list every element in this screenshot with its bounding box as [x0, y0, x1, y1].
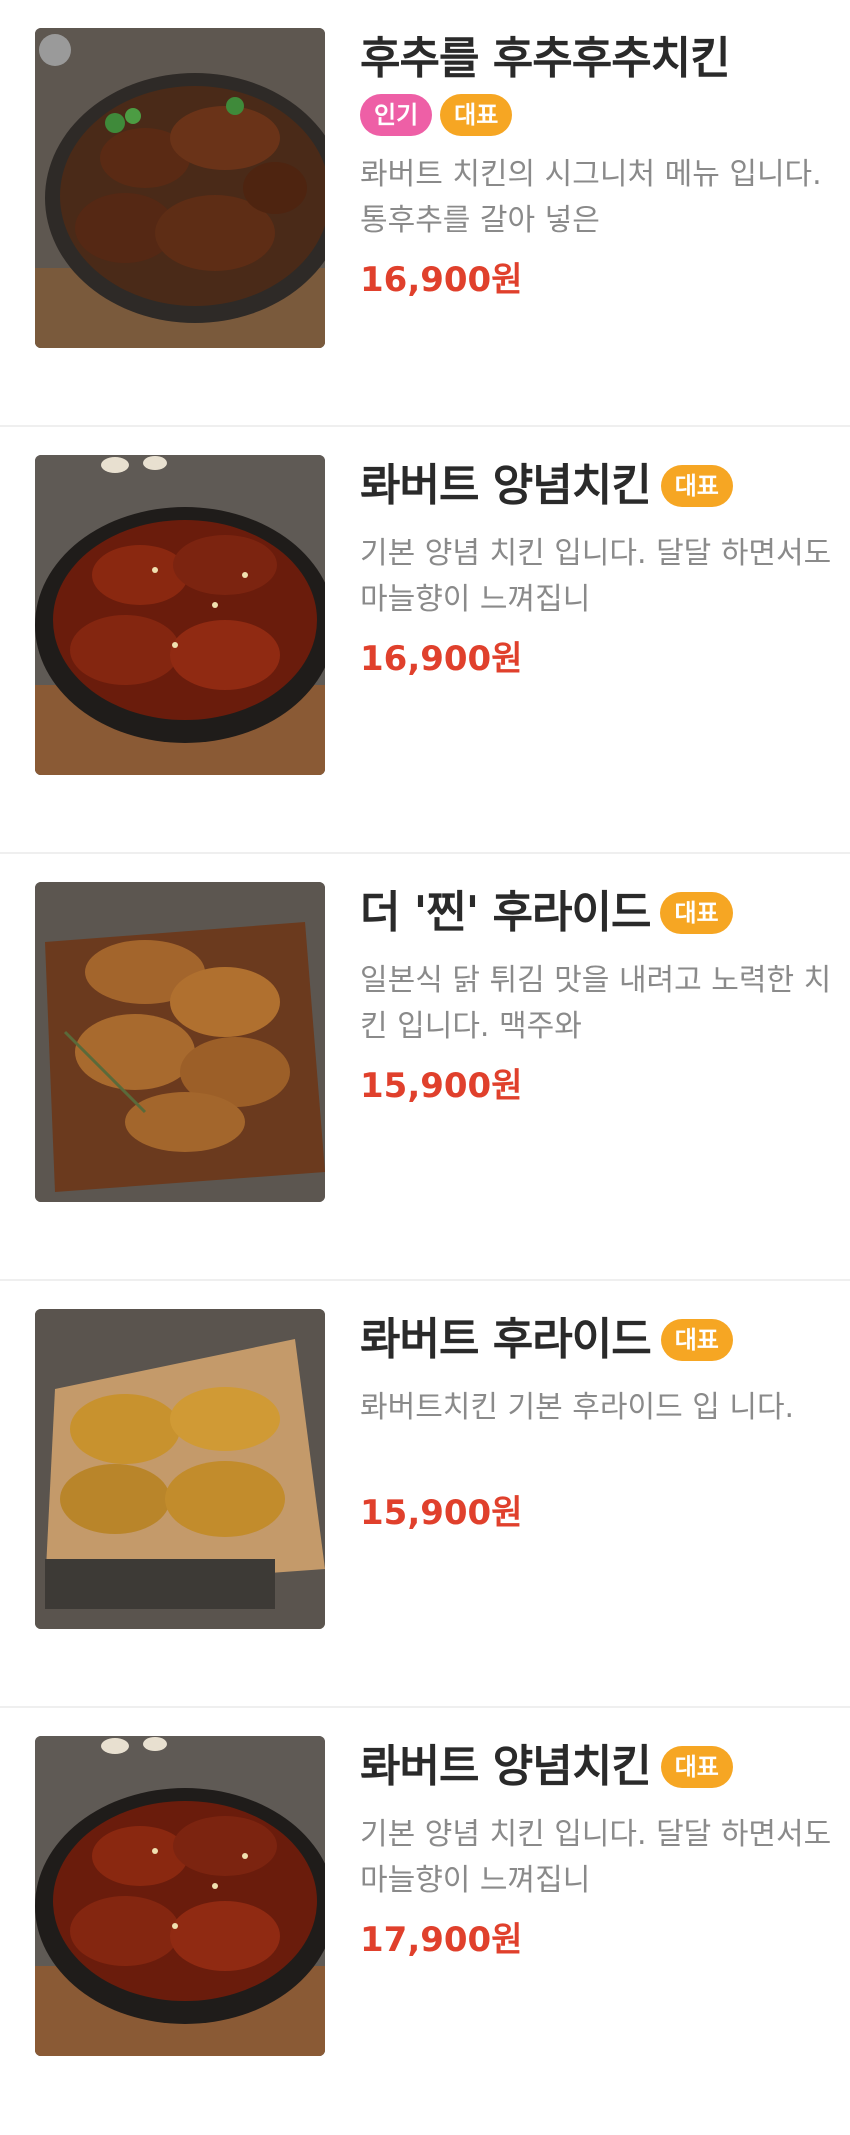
badge-signature: 대표	[440, 94, 513, 136]
menu-item-photo[interactable]	[35, 28, 325, 348]
menu-item-name: 롸버트 후라이드	[360, 1314, 652, 1365]
menu-item-photo[interactable]	[35, 455, 325, 775]
menu-item[interactable]: 롸버트 후라이드 대표 롸버트치킨 기본 후라이드 입 니다. 15,900원	[0, 1281, 850, 1708]
menu-item[interactable]: 더 '찐' 후라이드 대표 일본식 닭 튀김 맛을 내려고 노력한 치킨 입니다…	[0, 854, 850, 1281]
menu-item-photo[interactable]	[35, 882, 325, 1202]
menu-item[interactable]: 롸버트 양념치킨 대표 기본 양념 치킨 입니다. 달달 하면서도 마늘향이 느…	[0, 1708, 850, 2135]
menu-item[interactable]: 롸버트 양념치킨 대표 기본 양념 치킨 입니다. 달달 하면서도 마늘향이 느…	[0, 427, 850, 854]
menu-item[interactable]: 후추를 후추후추치킨 인기 대표 롸버트 치킨의 시그니처 메뉴 입니다. 통후…	[0, 0, 850, 427]
badge-group: 인기 대표	[360, 94, 513, 136]
menu-item-description: 기본 양념 치킨 입니다. 달달 하면서도 마늘향이 느껴집니	[360, 1817, 832, 1898]
menu-item-description: 롸버트 치킨의 시그니처 메뉴 입니다. 통후추를 갈아 넣은	[360, 157, 822, 238]
menu-item-name: 후추를 후추후추치킨	[360, 33, 731, 84]
menu-item-price: 16,900원	[360, 260, 523, 300]
menu-item-info: 후추를 후추후추치킨 인기 대표 롸버트 치킨의 시그니처 메뉴 입니다. 통후…	[360, 28, 835, 302]
badge-signature: 대표	[660, 1319, 733, 1361]
menu-item-info: 더 '찐' 후라이드 대표 일본식 닭 튀김 맛을 내려고 노력한 치킨 입니다…	[360, 882, 835, 1108]
menu-item-price: 15,900원	[360, 1066, 523, 1106]
menu-item-price: 15,900원	[360, 1493, 523, 1533]
badge-group: 대표	[660, 1319, 733, 1361]
menu-item-info: 롸버트 양념치킨 대표 기본 양념 치킨 입니다. 달달 하면서도 마늘향이 느…	[360, 455, 835, 681]
menu-item-description: 기본 양념 치킨 입니다. 달달 하면서도 마늘향이 느껴집니	[360, 536, 832, 617]
badge-signature: 대표	[660, 1746, 733, 1788]
menu-item-photo[interactable]	[35, 1309, 325, 1629]
menu-item-description: 롸버트치킨 기본 후라이드 입 니다.	[360, 1390, 795, 1425]
menu-item-description: 일본식 닭 튀김 맛을 내려고 노력한 치킨 입니다. 맥주와	[360, 963, 832, 1044]
menu-item-name: 롸버트 양념치킨	[360, 1741, 652, 1792]
menu-item-price: 16,900원	[360, 639, 523, 679]
badge-group: 대표	[660, 465, 733, 507]
badge-group: 대표	[660, 1746, 733, 1788]
menu-item-name: 더 '찐' 후라이드	[360, 887, 651, 938]
badge-signature: 대표	[660, 892, 733, 934]
menu-item-price: 17,900원	[360, 1920, 523, 1960]
badge-group: 대표	[660, 892, 733, 934]
badge-popular: 인기	[360, 94, 433, 136]
menu-item-info: 롸버트 양념치킨 대표 기본 양념 치킨 입니다. 달달 하면서도 마늘향이 느…	[360, 1736, 835, 1962]
menu-item-photo[interactable]	[35, 1736, 325, 2056]
menu-list: 후추를 후추후추치킨 인기 대표 롸버트 치킨의 시그니처 메뉴 입니다. 통후…	[0, 0, 850, 2135]
menu-item-name: 롸버트 양념치킨	[360, 460, 652, 511]
menu-item-info: 롸버트 후라이드 대표 롸버트치킨 기본 후라이드 입 니다. 15,900원	[360, 1309, 835, 1535]
badge-signature: 대표	[660, 465, 733, 507]
